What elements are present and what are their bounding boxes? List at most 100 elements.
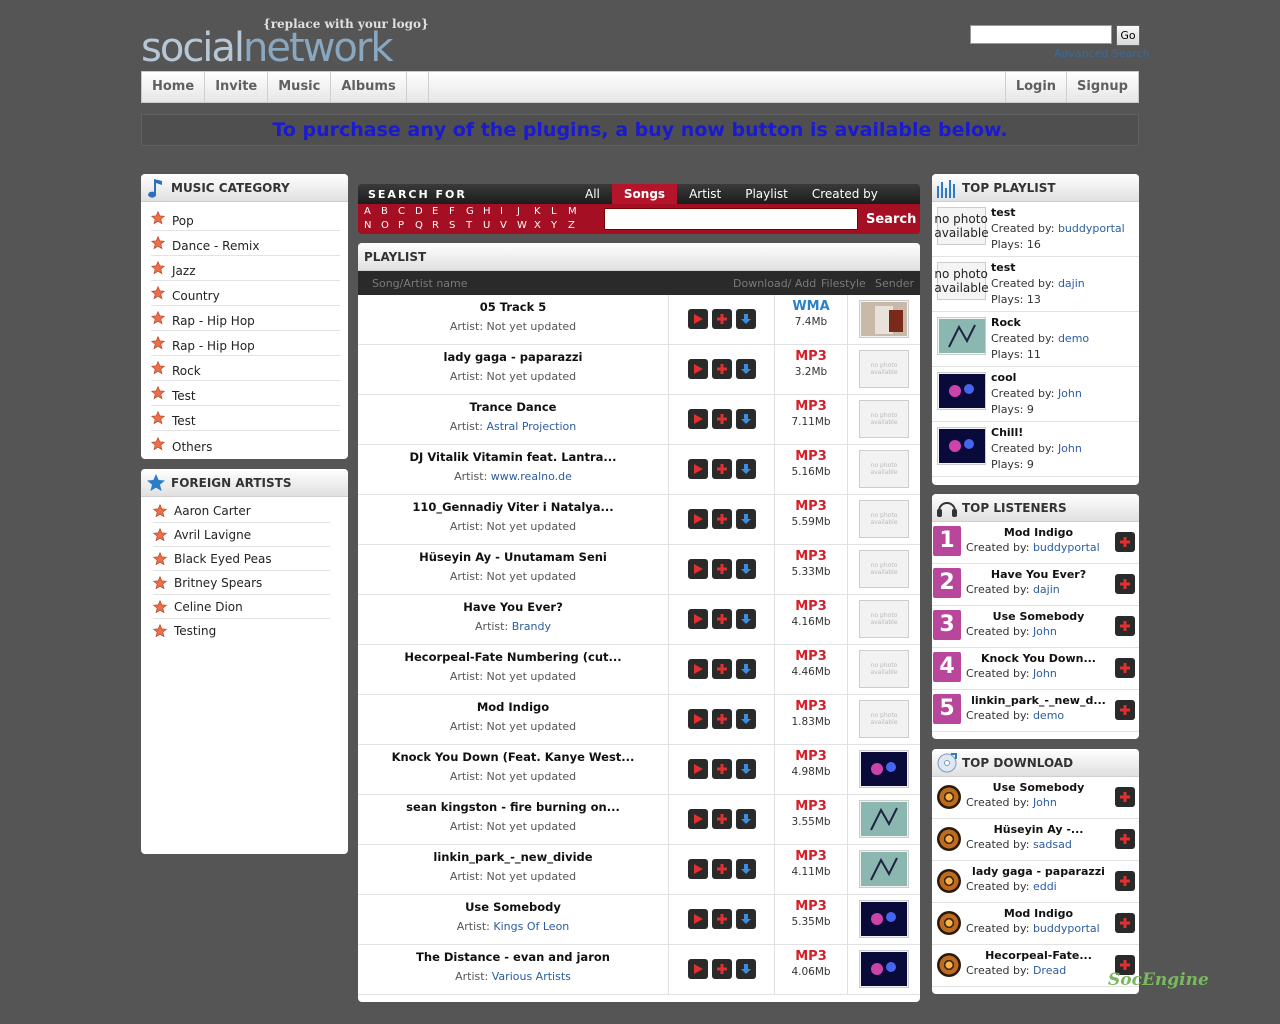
creator-link[interactable]: John: [1033, 796, 1057, 809]
site-search-input[interactable]: [970, 25, 1112, 44]
letter-filter[interactable]: C: [398, 205, 415, 219]
song-title[interactable]: DJ Vitalik Vitamin feat. Lantra...: [358, 450, 668, 464]
advanced-search-link[interactable]: Advanced Search: [1054, 47, 1150, 60]
playlist-name[interactable]: cool: [991, 370, 1082, 386]
download-icon[interactable]: [736, 659, 756, 679]
sender-thumbnail[interactable]: no photo available: [859, 350, 909, 388]
add-icon[interactable]: [1115, 787, 1135, 807]
playlist-name[interactable]: test: [991, 205, 1125, 221]
song-title[interactable]: Use Somebody: [966, 780, 1111, 795]
playlist-thumbnail[interactable]: no photo available: [934, 207, 989, 245]
add-icon[interactable]: [1115, 829, 1135, 849]
song-title[interactable]: Knock You Down (Feat. Kanye West...: [358, 750, 668, 764]
download-icon[interactable]: [736, 409, 756, 429]
sender-thumbnail[interactable]: no photo available: [859, 700, 909, 738]
play-icon[interactable]: [688, 409, 708, 429]
add-icon[interactable]: [712, 859, 732, 879]
go-button[interactable]: Go: [1116, 25, 1140, 46]
top-playlist-item[interactable]: Chill! Created by: John Plays: 9: [932, 422, 1139, 477]
nav-albums[interactable]: Albums: [331, 72, 407, 102]
song-title[interactable]: Hüseyin Ay - Unutamam Seni: [358, 550, 668, 564]
artist-name[interactable]: Kings Of Leon: [493, 920, 569, 933]
letter-filter[interactable]: F: [449, 205, 466, 219]
creator-link[interactable]: buddyportal: [1033, 922, 1100, 935]
sender-thumbnail[interactable]: no photo available: [859, 650, 909, 688]
song-title[interactable]: sean kingston - fire burning on...: [358, 800, 668, 814]
download-icon[interactable]: [736, 459, 756, 479]
letter-filter[interactable]: J: [517, 205, 534, 219]
add-icon[interactable]: [1115, 658, 1135, 678]
play-icon[interactable]: [688, 959, 708, 979]
artist-item[interactable]: Aaron Carter: [152, 499, 330, 523]
site-logo[interactable]: {replace with your logo} socialnetwork: [141, 16, 441, 70]
play-icon[interactable]: [688, 609, 708, 629]
song-title[interactable]: lady gaga - paparazzi: [358, 350, 668, 364]
add-icon[interactable]: [712, 509, 732, 529]
song-title[interactable]: 05 Track 5: [358, 300, 668, 314]
letter-filter[interactable]: A: [364, 205, 381, 219]
sender-thumbnail[interactable]: no photo available: [859, 450, 909, 488]
play-icon[interactable]: [688, 559, 708, 579]
download-icon[interactable]: [736, 309, 756, 329]
letter-filter[interactable]: W: [517, 219, 534, 233]
sender-thumbnail[interactable]: [859, 800, 909, 838]
download-icon[interactable]: [736, 609, 756, 629]
tab-artist[interactable]: Artist: [677, 184, 733, 204]
sender-thumbnail[interactable]: no photo available: [859, 500, 909, 538]
letter-filter[interactable]: K: [534, 205, 551, 219]
category-item[interactable]: Rap - Hip Hop: [150, 306, 340, 331]
playlist-thumbnail[interactable]: [937, 317, 986, 355]
playlist-thumbnail[interactable]: no photo available: [934, 262, 989, 300]
add-icon[interactable]: [1115, 871, 1135, 891]
category-item[interactable]: Pop: [150, 206, 340, 231]
category-item[interactable]: Test: [150, 406, 340, 431]
music-search-button[interactable]: Search: [866, 212, 916, 227]
letter-filter[interactable]: Q: [415, 219, 432, 233]
playlist-thumbnail[interactable]: [937, 372, 986, 410]
letter-filter[interactable]: N: [364, 219, 381, 233]
add-icon[interactable]: [712, 909, 732, 929]
add-icon[interactable]: [1115, 913, 1135, 933]
creator-link[interactable]: dajin: [1033, 583, 1060, 596]
letter-filter[interactable]: S: [449, 219, 466, 233]
nav-signup[interactable]: Signup: [1066, 72, 1138, 102]
play-icon[interactable]: [688, 659, 708, 679]
nav-home[interactable]: Home: [142, 72, 206, 102]
play-icon[interactable]: [688, 459, 708, 479]
song-title[interactable]: Have You Ever?: [966, 567, 1111, 582]
tab-songs[interactable]: Songs: [611, 184, 678, 204]
nav-music[interactable]: Music: [268, 72, 332, 102]
song-title[interactable]: Use Somebody: [966, 609, 1111, 624]
playlist-name[interactable]: Chill!: [991, 425, 1082, 441]
letter-filter[interactable]: M: [568, 205, 585, 219]
category-item[interactable]: Rap - Hip Hop: [150, 331, 340, 356]
top-playlist-item[interactable]: cool Created by: John Plays: 9: [932, 367, 1139, 422]
letter-filter[interactable]: T: [466, 219, 483, 233]
play-icon[interactable]: [688, 709, 708, 729]
play-icon[interactable]: [688, 359, 708, 379]
add-icon[interactable]: [712, 709, 732, 729]
download-icon[interactable]: [736, 359, 756, 379]
letter-filter[interactable]: G: [466, 205, 483, 219]
letter-filter[interactable]: L: [551, 205, 568, 219]
download-icon[interactable]: [736, 959, 756, 979]
nav-login[interactable]: Login: [1004, 72, 1066, 102]
sender-thumbnail[interactable]: no photo available: [859, 400, 909, 438]
category-item[interactable]: Test: [150, 381, 340, 406]
creator-link[interactable]: buddyportal: [1033, 541, 1100, 554]
add-icon[interactable]: [712, 559, 732, 579]
add-icon[interactable]: [712, 959, 732, 979]
song-title[interactable]: 110_Gennadiy Viter i Natalya...: [358, 500, 668, 514]
add-icon[interactable]: [1115, 574, 1135, 594]
artist-name[interactable]: Astral Projection: [486, 420, 576, 433]
play-icon[interactable]: [688, 809, 708, 829]
artist-name[interactable]: Brandy: [512, 620, 551, 633]
song-title[interactable]: Knock You Down...: [966, 651, 1111, 666]
play-icon[interactable]: [688, 909, 708, 929]
sender-thumbnail[interactable]: [859, 950, 909, 988]
music-search-input[interactable]: [604, 208, 858, 230]
sender-thumbnail[interactable]: [859, 300, 909, 338]
letter-filter[interactable]: D: [415, 205, 432, 219]
category-item[interactable]: Dance - Remix: [150, 231, 340, 256]
add-icon[interactable]: [1115, 532, 1135, 552]
